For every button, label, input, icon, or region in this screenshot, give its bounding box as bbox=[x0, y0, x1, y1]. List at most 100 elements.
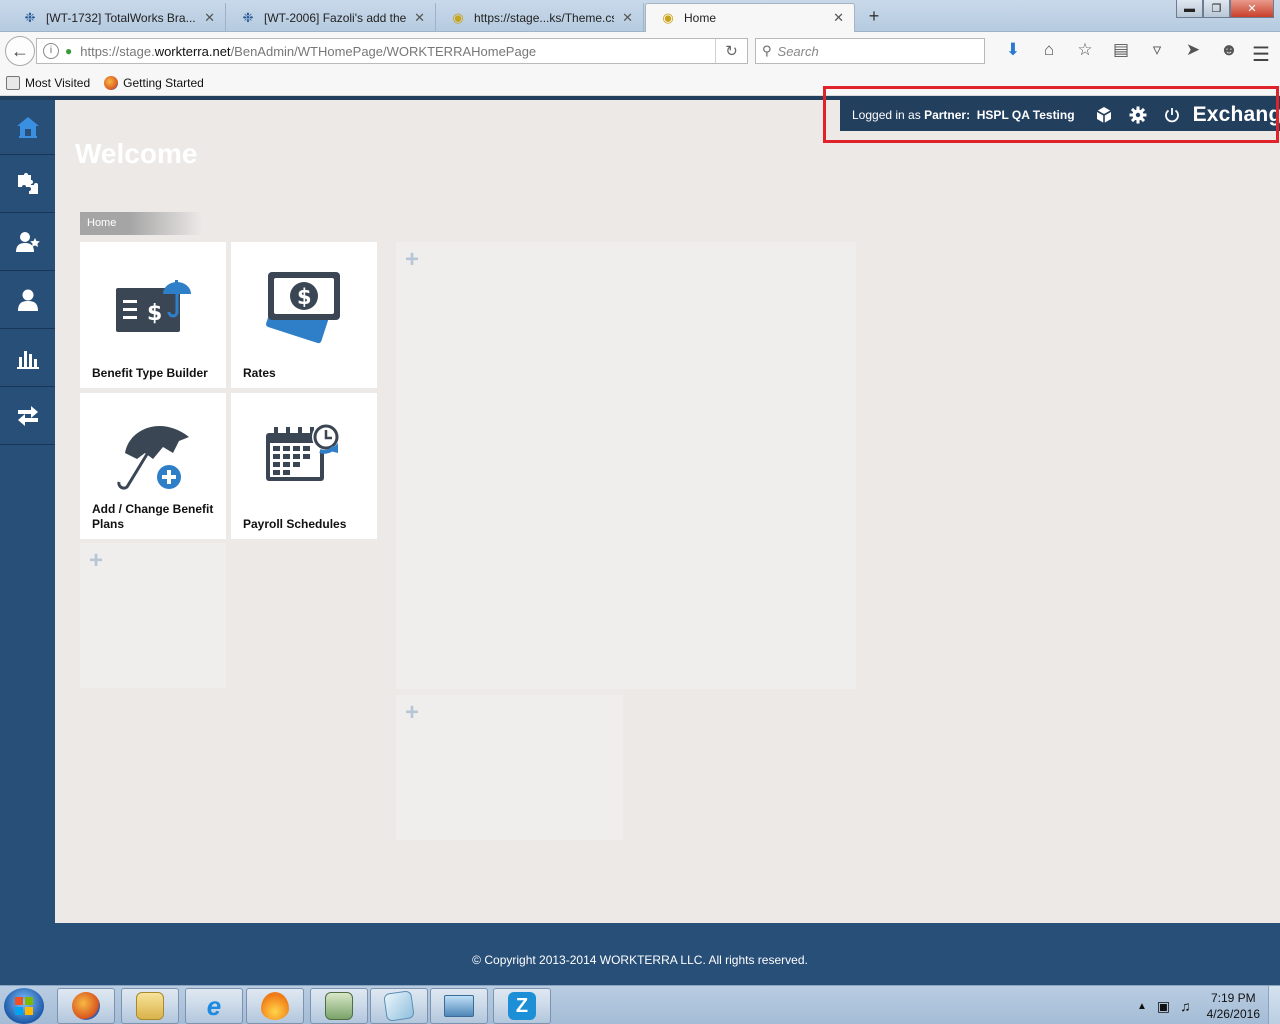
notepad-icon bbox=[383, 990, 415, 1022]
puzzle-icon bbox=[17, 172, 38, 194]
calendar-clock-icon bbox=[266, 423, 340, 481]
show-desktop-button[interactable] bbox=[1268, 986, 1280, 1024]
empty-widget-panel: + bbox=[396, 242, 856, 689]
benefit-check-icon: $ bbox=[116, 280, 191, 332]
taskbar-app-flame[interactable] bbox=[246, 988, 304, 1024]
send-icon[interactable]: ➤ bbox=[1175, 40, 1211, 60]
app-sidebar bbox=[0, 100, 55, 923]
sidebar-item-home[interactable] bbox=[0, 100, 55, 155]
window-close-button[interactable]: ✕ bbox=[1230, 0, 1274, 18]
tile-label: Add / Change Benefit Plans bbox=[92, 502, 214, 531]
folder-icon bbox=[6, 75, 20, 90]
tile-add-change-benefit-plans[interactable]: Add / Change Benefit Plans bbox=[80, 393, 226, 539]
close-icon[interactable]: ✕ bbox=[414, 10, 425, 26]
browser-tab-theme-css[interactable]: ◉ https://stage...ks/Theme.css ✕ bbox=[436, 3, 644, 32]
breadcrumb[interactable]: Home bbox=[80, 212, 202, 235]
info-icon[interactable]: i bbox=[43, 43, 59, 59]
tile-benefit-type-builder[interactable]: $ Benefit Type Builder bbox=[80, 242, 226, 388]
user-star-icon bbox=[15, 231, 40, 252]
taskbar-internet-explorer[interactable]: e bbox=[185, 988, 243, 1024]
tray-expand-icon[interactable]: ▲ bbox=[1137, 1001, 1147, 1012]
building-icon bbox=[325, 992, 353, 1020]
search-icon: ⚲ bbox=[762, 43, 772, 58]
download-icon[interactable]: ⬇ bbox=[995, 40, 1031, 60]
sidebar-item-favorite-users[interactable] bbox=[0, 213, 55, 271]
sidebar-item-reports[interactable] bbox=[0, 329, 55, 387]
close-icon[interactable]: ✕ bbox=[833, 10, 844, 26]
pocket-icon[interactable]: ▿ bbox=[1139, 40, 1175, 60]
network-icon[interactable]: ▣ bbox=[1157, 998, 1170, 1015]
restore-button[interactable]: ❐ bbox=[1203, 0, 1230, 18]
empty-widget-panel-small: + bbox=[396, 695, 623, 840]
taskbar-firefox[interactable] bbox=[57, 988, 115, 1024]
clock-time: 7:19 PM bbox=[1210, 991, 1256, 1005]
tile-label: Benefit Type Builder bbox=[92, 366, 208, 380]
tile-label: Rates bbox=[243, 366, 276, 380]
window-controls: ▬ ❐ ✕ bbox=[1176, 0, 1274, 18]
browser-tab-wt-1732[interactable]: ❉ [WT-1732] TotalWorks Bra... ✕ bbox=[8, 3, 226, 32]
toolbar-icons: ⬇ ⌂ ☆ ▤ ▿ ➤ ☻ bbox=[995, 40, 1247, 60]
photo-icon bbox=[444, 995, 474, 1017]
reload-icon[interactable]: ↻ bbox=[715, 39, 747, 63]
page-title: Welcome bbox=[75, 138, 198, 169]
close-icon[interactable]: ✕ bbox=[622, 10, 633, 26]
url-prefix: https://stage. bbox=[80, 43, 155, 59]
tile-rates[interactable]: $ Rates bbox=[231, 242, 377, 388]
add-icon[interactable]: + bbox=[405, 246, 419, 274]
bookmark-label: Getting Started bbox=[123, 75, 204, 90]
home-icon bbox=[16, 117, 39, 138]
close-icon[interactable]: ✕ bbox=[204, 10, 215, 26]
reading-list-icon[interactable]: ▤ bbox=[1103, 40, 1139, 60]
search-input[interactable]: ⚲ Search bbox=[755, 38, 985, 64]
browser-tab-home[interactable]: ◉ Home ✕ bbox=[645, 3, 855, 32]
address-bar[interactable]: i ● https://stage.workterra.net/BenAdmin… bbox=[36, 38, 748, 64]
internet-explorer-icon: e bbox=[206, 990, 222, 1021]
windows-logo-icon bbox=[15, 997, 33, 1015]
taskbar-app-building[interactable] bbox=[310, 988, 368, 1024]
bookmark-getting-started[interactable]: Getting Started bbox=[104, 75, 204, 90]
bookmark-most-visited[interactable]: Most Visited bbox=[6, 75, 90, 90]
svg-text:$: $ bbox=[297, 285, 312, 309]
browser-tab-wt-2006[interactable]: ❉ [WT-2006] Fazoli's add the... ✕ bbox=[226, 3, 436, 32]
empty-tile-slot: + bbox=[80, 543, 226, 688]
tab-label: https://stage...ks/Theme.css bbox=[474, 10, 615, 25]
bar-chart-icon bbox=[16, 350, 39, 369]
start-button[interactable] bbox=[4, 988, 44, 1024]
css-icon: ◉ bbox=[452, 9, 464, 25]
tab-label: [WT-2006] Fazoli's add the... bbox=[264, 10, 407, 25]
tab-label: Home bbox=[684, 11, 717, 25]
sidebar-item-plans[interactable] bbox=[0, 155, 55, 213]
system-tray: ▲ ▣ ♫ 7:19 PM 4/26/2016 bbox=[1137, 990, 1260, 1022]
browser-tab-bar: ❉ [WT-1732] TotalWorks Bra... ✕ ❉ [WT-20… bbox=[0, 0, 1280, 32]
jira-icon: ❉ bbox=[242, 9, 254, 25]
z-app-icon: Z bbox=[508, 992, 536, 1020]
minimize-button[interactable]: ▬ bbox=[1176, 0, 1203, 18]
taskbar-z-app[interactable]: Z bbox=[493, 988, 551, 1024]
browser-nav-bar: ← i ● https://stage.workterra.net/BenAdm… bbox=[0, 32, 1280, 70]
new-tab-button[interactable]: + bbox=[864, 6, 884, 26]
search-placeholder: Search bbox=[777, 43, 819, 59]
back-button[interactable]: ← bbox=[5, 36, 35, 66]
add-icon[interactable]: + bbox=[405, 699, 419, 727]
home-icon[interactable]: ⌂ bbox=[1031, 40, 1067, 60]
taskbar-explorer[interactable] bbox=[121, 988, 179, 1024]
volume-icon[interactable]: ♫ bbox=[1180, 998, 1191, 1014]
tile-label: Payroll Schedules bbox=[243, 517, 347, 531]
arrow-left-icon: ← bbox=[11, 40, 29, 61]
sidebar-item-transfers[interactable] bbox=[0, 387, 55, 445]
chat-icon[interactable]: ☻ bbox=[1211, 40, 1247, 60]
tab-label: [WT-1732] TotalWorks Bra... bbox=[46, 10, 196, 25]
add-icon[interactable]: + bbox=[89, 547, 103, 575]
user-icon bbox=[17, 289, 38, 311]
flame-icon bbox=[261, 992, 289, 1020]
clock[interactable]: 7:19 PM 4/26/2016 bbox=[1207, 990, 1260, 1022]
page-icon: ◉ bbox=[662, 10, 674, 25]
taskbar-photo-viewer[interactable] bbox=[430, 988, 488, 1024]
taskbar-notepad[interactable] bbox=[370, 988, 428, 1024]
menu-icon[interactable]: ☰ bbox=[1252, 42, 1270, 67]
sidebar-item-users[interactable] bbox=[0, 271, 55, 329]
highlight-box bbox=[823, 86, 1279, 143]
tile-payroll-schedules[interactable]: Payroll Schedules bbox=[231, 393, 377, 539]
bookmark-star-icon[interactable]: ☆ bbox=[1067, 40, 1103, 60]
svg-text:$: $ bbox=[147, 301, 162, 326]
